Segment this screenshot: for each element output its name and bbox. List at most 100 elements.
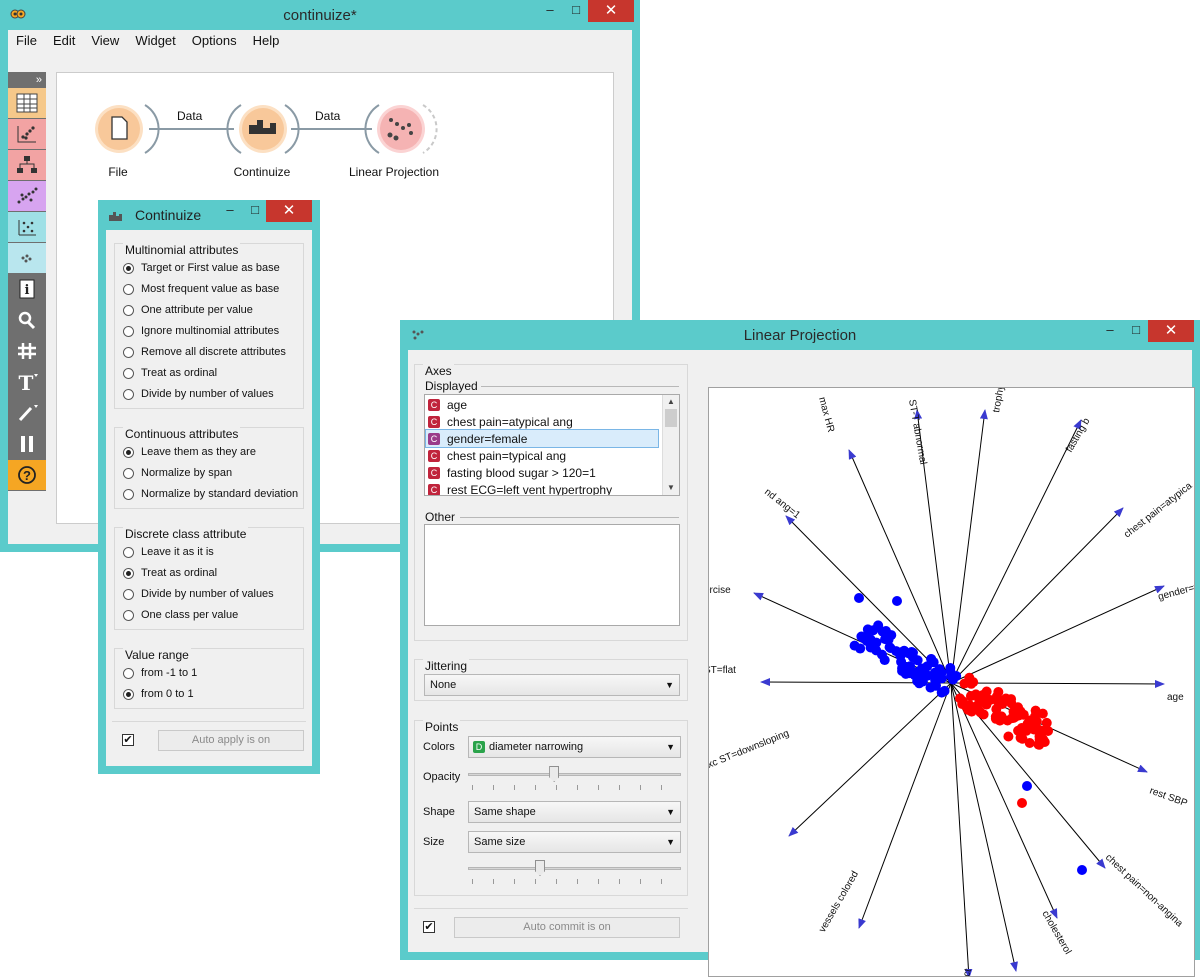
- continuize-maximize-button[interactable]: □: [241, 200, 269, 222]
- data-point: [1003, 731, 1013, 741]
- jittering-dropdown[interactable]: None▼: [424, 674, 680, 696]
- list-item[interactable]: Crest ECG=left vent hypertrophy: [428, 481, 612, 496]
- list-item-label: age: [447, 398, 467, 412]
- list-scrollbar[interactable]: ▲ ▼: [662, 395, 679, 495]
- discrete-class-option-1[interactable]: Treat as ordinal: [123, 567, 217, 579]
- continuous-tag-icon: C: [428, 484, 440, 496]
- scroll-up-arrow[interactable]: ▲: [663, 395, 679, 409]
- auto-commit-box: ✔ Auto commit is on: [414, 908, 688, 947]
- menu-help[interactable]: Help: [245, 30, 288, 52]
- data-table-icon[interactable]: [8, 88, 46, 118]
- pause-icon[interactable]: [8, 429, 46, 459]
- axis-arrow: [951, 410, 985, 683]
- menu-widget[interactable]: Widget: [127, 30, 183, 52]
- multinomial-option-1[interactable]: Most frequent value as base: [123, 283, 279, 295]
- list-item[interactable]: Cchest pain=atypical ang: [428, 413, 573, 430]
- size-slider-handle[interactable]: [535, 860, 545, 876]
- projection-plot[interactable]: agerest SBPchest pain=non-anginacholeste…: [708, 387, 1195, 977]
- radio-label: One class per value: [141, 609, 238, 621]
- radio-button[interactable]: [123, 347, 134, 358]
- list-item[interactable]: Cage: [428, 396, 467, 413]
- link-label-1: Data: [177, 109, 202, 123]
- visualize-icon[interactable]: [8, 243, 46, 273]
- radio-button[interactable]: [123, 389, 134, 400]
- data-point: [991, 704, 1001, 714]
- discrete-class-option-2[interactable]: Divide by number of values: [123, 588, 274, 600]
- continuize-minimize-button[interactable]: –: [216, 200, 244, 222]
- colors-dropdown[interactable]: Ddiameter narrowing▼: [468, 736, 681, 758]
- list-item[interactable]: Cfasting blood sugar > 120=1: [428, 464, 596, 481]
- multinomial-option-4[interactable]: Remove all discrete attributes: [123, 346, 286, 358]
- discrete-class-option-3[interactable]: One class per value: [123, 609, 238, 621]
- radio-button[interactable]: [123, 668, 134, 679]
- radio-button[interactable]: [123, 589, 134, 600]
- scoring-icon[interactable]: [8, 212, 46, 242]
- list-item[interactable]: Cchest pain=typical ang: [428, 447, 566, 464]
- text-icon[interactable]: T: [8, 367, 46, 397]
- axes-title: Axes: [423, 364, 454, 378]
- multinomial-option-5[interactable]: Treat as ordinal: [123, 367, 217, 379]
- discrete-class-option-0[interactable]: Leave it as it is: [123, 546, 214, 558]
- radio-button[interactable]: [123, 284, 134, 295]
- displayed-list[interactable]: CageCchest pain=atypical angCgender=fema…: [424, 394, 680, 496]
- other-list[interactable]: [424, 524, 680, 626]
- projection-maximize-button[interactable]: □: [1122, 320, 1150, 342]
- continuous-option-0[interactable]: Leave them as they are: [123, 446, 256, 458]
- multinomial-option-6[interactable]: Divide by number of values: [123, 388, 274, 400]
- value-range-option-1[interactable]: from 0 to 1: [123, 688, 194, 700]
- size-dropdown[interactable]: Same size▼: [468, 831, 681, 853]
- radio-button[interactable]: [123, 489, 134, 500]
- grid-icon[interactable]: [8, 336, 46, 366]
- auto-apply-button[interactable]: Auto apply is on: [158, 730, 304, 751]
- scroll-down-arrow[interactable]: ▼: [663, 481, 679, 495]
- close-button[interactable]: ✕: [588, 0, 634, 22]
- projection-minimize-button[interactable]: –: [1096, 320, 1124, 342]
- multinomial-option-2[interactable]: One attribute per value: [123, 304, 253, 316]
- hierarchy-icon[interactable]: [8, 150, 46, 180]
- auto-commit-checkbox[interactable]: ✔: [423, 921, 435, 933]
- continuize-client: Multinomial attributes Target or First v…: [106, 230, 312, 766]
- radio-button[interactable]: [123, 689, 134, 700]
- toolbox-expand-button[interactable]: »: [8, 72, 46, 88]
- radio-button[interactable]: [123, 568, 134, 579]
- menu-view[interactable]: View: [83, 30, 127, 52]
- help-icon[interactable]: ?: [8, 460, 46, 490]
- value-range-option-0[interactable]: from -1 to 1: [123, 667, 197, 679]
- continuize-close-button[interactable]: ✕: [266, 200, 312, 222]
- opacity-slider-handle[interactable]: [549, 766, 559, 782]
- list-item[interactable]: Cgender=female: [426, 430, 658, 447]
- auto-commit-button[interactable]: Auto commit is on: [454, 917, 680, 938]
- continuous-option-1[interactable]: Normalize by span: [123, 467, 232, 479]
- scatter-plot-icon[interactable]: [8, 119, 46, 149]
- chevron-down-icon: ▼: [666, 832, 675, 852]
- radio-button[interactable]: [123, 368, 134, 379]
- scroll-thumb[interactable]: [665, 409, 677, 427]
- multinomial-option-0[interactable]: Target or First value as base: [123, 262, 280, 274]
- opacity-slider-track[interactable]: [468, 773, 681, 776]
- chevron-down-icon: ▼: [666, 737, 675, 757]
- maximize-button[interactable]: □: [562, 0, 590, 22]
- radio-button[interactable]: [123, 447, 134, 458]
- radio-button[interactable]: [123, 547, 134, 558]
- auto-apply-checkbox[interactable]: ✔: [122, 734, 134, 746]
- radio-button[interactable]: [123, 263, 134, 274]
- menu-options[interactable]: Options: [184, 30, 245, 52]
- multinomial-option-3[interactable]: Ignore multinomial attributes: [123, 325, 279, 337]
- search-icon[interactable]: [8, 305, 46, 335]
- radio-button[interactable]: [123, 610, 134, 621]
- data-point: [881, 626, 891, 636]
- radio-button[interactable]: [123, 468, 134, 479]
- radio-button[interactable]: [123, 326, 134, 337]
- projection-close-button[interactable]: ✕: [1148, 320, 1194, 342]
- size-slider-track[interactable]: [468, 867, 681, 870]
- scatter-map-icon[interactable]: [8, 181, 46, 211]
- radio-button[interactable]: [123, 305, 134, 316]
- continuous-option-2[interactable]: Normalize by standard deviation: [123, 488, 298, 500]
- menu-edit[interactable]: Edit: [45, 30, 83, 52]
- minimize-button[interactable]: –: [536, 0, 564, 22]
- info-icon[interactable]: i: [8, 274, 46, 304]
- projection-plot-svg[interactable]: agerest SBPchest pain=non-anginacholeste…: [709, 388, 1194, 976]
- pen-icon[interactable]: [8, 398, 46, 428]
- shape-dropdown[interactable]: Same shape▼: [468, 801, 681, 823]
- menu-file[interactable]: File: [8, 30, 45, 52]
